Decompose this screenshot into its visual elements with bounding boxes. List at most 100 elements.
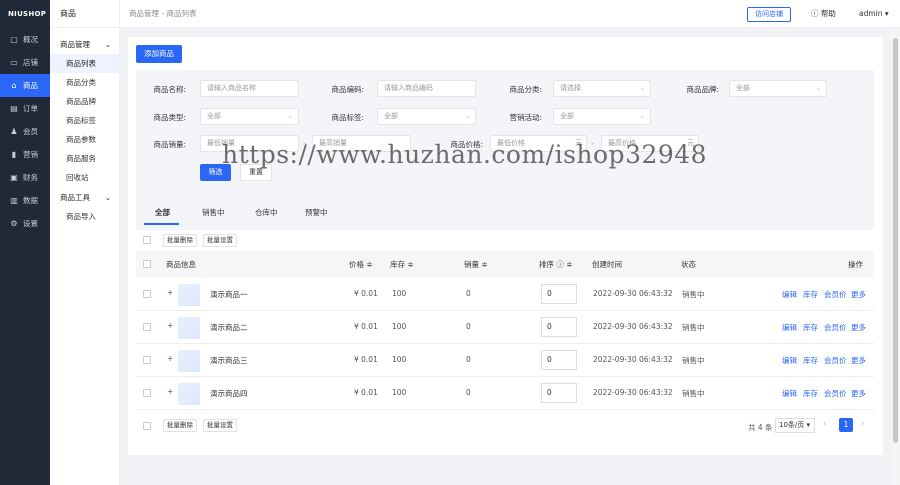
subnav-item[interactable]: 商品参数	[50, 130, 119, 149]
stock-link[interactable]: 库存	[803, 289, 818, 300]
member-price-link[interactable]: 会员价	[824, 289, 847, 300]
batch-delete-button[interactable]: 批量删除	[163, 234, 197, 247]
edit-link[interactable]: 编辑	[782, 388, 797, 399]
batch-set-button[interactable]: 批量设置	[203, 234, 237, 247]
more-link[interactable]: 更多	[851, 355, 866, 366]
expand-icon[interactable]: +	[167, 321, 173, 330]
goods-name[interactable]: 演示商品二	[210, 322, 248, 333]
visit-store-button[interactable]: 访问店铺	[747, 7, 791, 22]
add-goods-button[interactable]: 添加商品	[136, 45, 182, 63]
col-price[interactable]: 价格 ≑	[349, 259, 373, 270]
category-value: 请选择	[560, 84, 581, 92]
goods-stock: 100	[392, 355, 407, 364]
col-sort[interactable]: 排序 ⓘ ≑	[539, 259, 573, 270]
row-checkbox[interactable]	[143, 356, 151, 364]
table-row: + 演示商品三 ¥ 0.01 100 0 0 2022-09-30 06:43:32 销售中 编…	[136, 344, 874, 377]
goods-name[interactable]: 演示商品四	[210, 388, 248, 399]
sort-input[interactable]: 0	[541, 317, 577, 337]
type-select[interactable]: 全部 ⌄	[200, 108, 299, 125]
created-time: 2022-09-30 06:43:32	[593, 355, 673, 364]
stock-link[interactable]: 库存	[803, 322, 818, 333]
stock-link[interactable]: 库存	[803, 388, 818, 399]
select-all-checkbox[interactable]	[143, 236, 151, 244]
more-link[interactable]: 更多	[851, 322, 866, 333]
subnav-item[interactable]: 商品服务	[50, 149, 119, 168]
page-size-select[interactable]: 10条/页 ▾	[775, 418, 815, 433]
member-price-link[interactable]: 会员价	[824, 388, 847, 399]
goods-stock: 100	[392, 322, 407, 331]
goods-name[interactable]: 演示商品一	[210, 289, 248, 300]
nav-item-3[interactable]: ▤ 订单	[0, 97, 50, 120]
next-page-button[interactable]: ›	[861, 419, 865, 429]
nav-item-4[interactable]: ♟ 会员	[0, 120, 50, 143]
nav-item-1[interactable]: ▭ 店铺	[0, 51, 50, 74]
bottom-batch-delete-button[interactable]: 批量删除	[163, 419, 197, 432]
member-price-link[interactable]: 会员价	[824, 355, 847, 366]
subnav-item[interactable]: 商品列表	[50, 54, 119, 73]
tag-select[interactable]: 全部 ⌄	[377, 108, 476, 125]
nav-item-6[interactable]: ▣ 财务	[0, 166, 50, 189]
finance-icon: ▣	[10, 173, 18, 182]
help-label: 帮助	[820, 9, 836, 18]
tab-warning[interactable]: 预警中	[305, 207, 328, 218]
more-link[interactable]: 更多	[851, 388, 866, 399]
user-menu[interactable]: admin ▾	[859, 0, 889, 28]
bottom-select-all-checkbox[interactable]	[143, 422, 151, 430]
edit-link[interactable]: 编辑	[782, 355, 797, 366]
nav-item-5[interactable]: ▮ 营销	[0, 143, 50, 166]
goods-name-input[interactable]: 请输入商品名称	[200, 80, 299, 97]
tab-all[interactable]: 全部	[155, 207, 170, 218]
row-checkbox[interactable]	[143, 290, 151, 298]
subnav-item[interactable]: 回收站	[50, 168, 119, 187]
chevron-down-icon: ⌄	[464, 113, 470, 120]
expand-icon[interactable]: +	[167, 387, 173, 396]
goods-name[interactable]: 演示商品三	[210, 355, 248, 366]
group-label: 商品管理	[60, 39, 90, 49]
chevron-down-icon: ⌄	[104, 192, 111, 202]
edit-link[interactable]: 编辑	[782, 289, 797, 300]
row-checkbox[interactable]	[143, 389, 151, 397]
subnav-item[interactable]: 商品分类	[50, 73, 119, 92]
prev-page-button[interactable]: ‹	[823, 419, 827, 429]
group-goods-management[interactable]: 商品管理 ⌄	[50, 34, 119, 54]
goods-status: 销售中	[682, 356, 705, 365]
header-checkbox[interactable]	[143, 260, 151, 268]
brand-label: 商品品牌:	[686, 85, 719, 94]
sub-sidebar-title: 商品	[50, 0, 119, 28]
expand-icon[interactable]: +	[167, 354, 173, 363]
group-goods-tools[interactable]: 商品工具 ⌄	[50, 187, 119, 207]
subnav-item[interactable]: 商品品牌	[50, 92, 119, 111]
goods-code-input[interactable]: 请输入商品编码	[377, 80, 476, 97]
nav-item-2[interactable]: ⌂ 商品	[0, 74, 50, 97]
help-link[interactable]: ⓘ 帮助	[811, 0, 836, 28]
edit-link[interactable]: 编辑	[782, 322, 797, 333]
more-link[interactable]: 更多	[851, 289, 866, 300]
chevron-down-icon: ⌄	[639, 85, 645, 92]
sort-input[interactable]: 0	[541, 383, 577, 403]
nav-item-8[interactable]: ⚙ 设置	[0, 212, 50, 235]
col-sales[interactable]: 销量 ≑	[464, 259, 488, 270]
category-select[interactable]: 请选择 ⌄	[553, 80, 651, 97]
activity-select[interactable]: 全部 ⌄	[553, 108, 651, 125]
tab-in-warehouse[interactable]: 仓库中	[255, 207, 278, 218]
table-row: + 演示商品四 ¥ 0.01 100 0 0 2022-09-30 06:43:32 销售中 编…	[136, 377, 874, 410]
tab-on-sale[interactable]: 销售中	[202, 207, 225, 218]
order-icon: ▤	[10, 104, 18, 113]
nav-item-7[interactable]: ▥ 数据	[0, 189, 50, 212]
row-checkbox[interactable]	[143, 323, 151, 331]
sort-input[interactable]: 0	[541, 284, 577, 304]
member-price-link[interactable]: 会员价	[824, 322, 847, 333]
stock-link[interactable]: 库存	[803, 355, 818, 366]
nav-item-0[interactable]: ▢ 概况	[0, 28, 50, 51]
subnav-item[interactable]: 商品导入	[50, 207, 119, 226]
bottom-batch-set-button[interactable]: 批量设置	[203, 419, 237, 432]
goods-sales: 0	[466, 322, 471, 331]
sort-input[interactable]: 0	[541, 350, 577, 370]
chevron-down-icon: ⌄	[287, 113, 293, 120]
scrollbar-thumb[interactable]	[893, 38, 898, 443]
expand-icon[interactable]: +	[167, 288, 173, 297]
col-stock[interactable]: 库存 ≑	[390, 259, 414, 270]
subnav-item[interactable]: 商品标签	[50, 111, 119, 130]
brand-select[interactable]: 全部 ⌄	[729, 80, 827, 97]
page-1-button[interactable]: 1	[839, 418, 853, 432]
